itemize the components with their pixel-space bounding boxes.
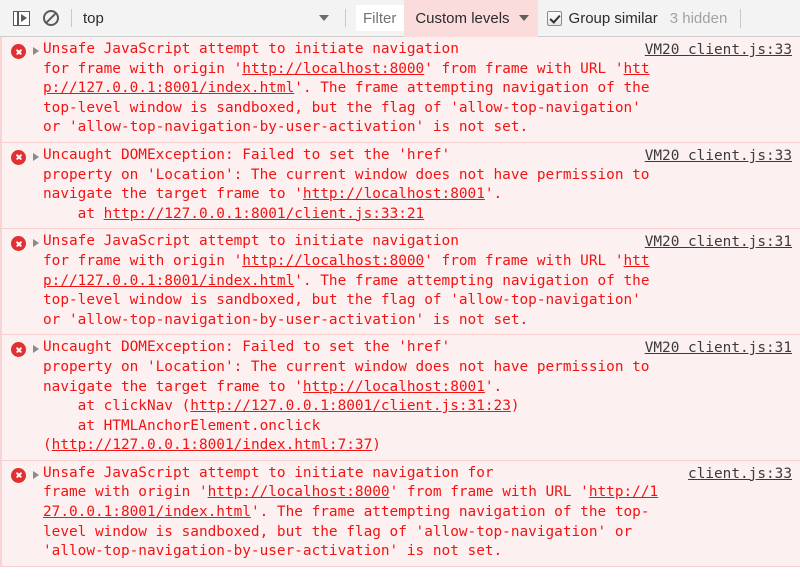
message-text-segment: frame with origin ' [43, 484, 208, 501]
message-text-segment: ' from frame with URL ' [424, 252, 624, 269]
error-icon [11, 149, 26, 165]
inline-url-link[interactable]: http://localhost:8001 [303, 379, 485, 395]
message-text-segment: ) [372, 437, 381, 454]
inline-url-link[interactable]: http://localhost:8001 [303, 186, 485, 202]
inline-url-link[interactable]: http://localhost:8000 [208, 484, 390, 500]
log-levels-dropdown[interactable]: Custom levels [404, 0, 538, 37]
log-levels-label: Custom levels [415, 9, 510, 27]
expand-triangle-icon[interactable] [33, 239, 39, 248]
error-icon [11, 236, 26, 252]
toolbar-divider-3 [740, 8, 742, 28]
message-text-segment: Unsafe JavaScript attempt to initiate na… [43, 464, 494, 481]
console-sidebar-icon [12, 10, 30, 26]
console-message-text: Unsafe JavaScript attempt to initiate na… [43, 464, 794, 562]
expand-triangle-icon[interactable] [33, 470, 39, 479]
inline-url-link[interactable]: http://localhost:8000 [242, 253, 424, 269]
source-location-link[interactable]: VM20 client.js:31 [645, 339, 792, 359]
message-text-segment: ' from frame with URL ' [424, 60, 624, 77]
expand-triangle-icon[interactable] [33, 152, 39, 161]
console-message-body: Unsafe JavaScript attempt to initiate na… [43, 232, 800, 330]
message-text-segment: for frame with origin ' [43, 252, 243, 269]
inline-url-link[interactable]: http://127.0.0.1:8001/index.html:7:37 [52, 437, 373, 453]
inline-url-link[interactable]: http://localhost:8000 [242, 61, 424, 77]
error-icon [11, 342, 26, 358]
clear-console-icon [43, 10, 59, 26]
error-icon [11, 44, 26, 59]
expand-triangle-icon[interactable] [33, 345, 39, 354]
message-text-segment: Unsafe JavaScript attempt to initiate na… [43, 233, 459, 250]
inline-url-link[interactable]: http://127.0.0.1:8001/client.js:33:21 [104, 206, 425, 222]
console-error-entry[interactable]: Unsafe JavaScript attempt to initiate na… [0, 460, 800, 567]
console-message-body: Unsafe JavaScript attempt to initiate na… [43, 464, 800, 562]
console-message-body: Uncaught DOMException: Failed to set the… [43, 338, 800, 456]
execution-context-label: top [83, 9, 104, 27]
hidden-messages-count: 3 hidden [669, 9, 728, 27]
chevron-down-icon [518, 15, 529, 21]
chevron-down-icon [319, 15, 329, 21]
message-text-segment: for frame with origin ' [43, 60, 243, 77]
console-error-entry[interactable]: Uncaught DOMException: Failed to set the… [0, 335, 800, 461]
console-error-entry[interactable]: Uncaught DOMException: Failed to set the… [0, 142, 800, 230]
source-location-link[interactable]: client.js:33 [688, 465, 792, 485]
console-message-body: Unsafe JavaScript attempt to initiate na… [43, 40, 800, 138]
message-text-segment: Unsafe JavaScript attempt to initiate na… [43, 41, 459, 57]
message-text-segment: ' from frame with URL ' [389, 484, 589, 501]
source-location-link[interactable]: VM20 client.js:33 [645, 41, 792, 61]
message-text-segment: Uncaught DOMException: Failed to set the… [43, 146, 451, 163]
group-similar-label: Group similar [568, 9, 658, 27]
execution-context-selector[interactable]: top [81, 4, 335, 32]
message-text-segment: Uncaught DOMException: Failed to set the… [43, 339, 451, 356]
toolbar-divider-2 [345, 9, 346, 27]
console-error-entry[interactable]: Unsafe JavaScript attempt to initiate na… [0, 229, 800, 336]
console-toolbar: top Filter Custom levels Group similar 3… [0, 0, 800, 37]
group-similar-checkbox[interactable] [546, 10, 562, 26]
source-location-link[interactable]: VM20 client.js:31 [645, 233, 792, 253]
console-error-entry[interactable]: Unsafe JavaScript attempt to initiate na… [0, 37, 800, 143]
error-icon [11, 467, 26, 483]
clear-console-button[interactable] [36, 4, 66, 32]
group-similar-toggle[interactable]: Group similar [546, 9, 658, 27]
source-location-link[interactable]: VM20 client.js:33 [645, 147, 792, 167]
console-message-list[interactable]: Unsafe JavaScript attempt to initiate na… [0, 37, 800, 580]
console-sidebar-toggle-button[interactable] [6, 4, 36, 32]
toolbar-divider-1 [71, 9, 72, 27]
inline-url-link[interactable]: http://127.0.0.1:8001/client.js:31:23 [190, 398, 511, 414]
console-message-body: Uncaught DOMException: Failed to set the… [43, 146, 800, 224]
filter-input[interactable]: Filter [356, 5, 405, 31]
expand-triangle-icon[interactable] [33, 47, 39, 55]
